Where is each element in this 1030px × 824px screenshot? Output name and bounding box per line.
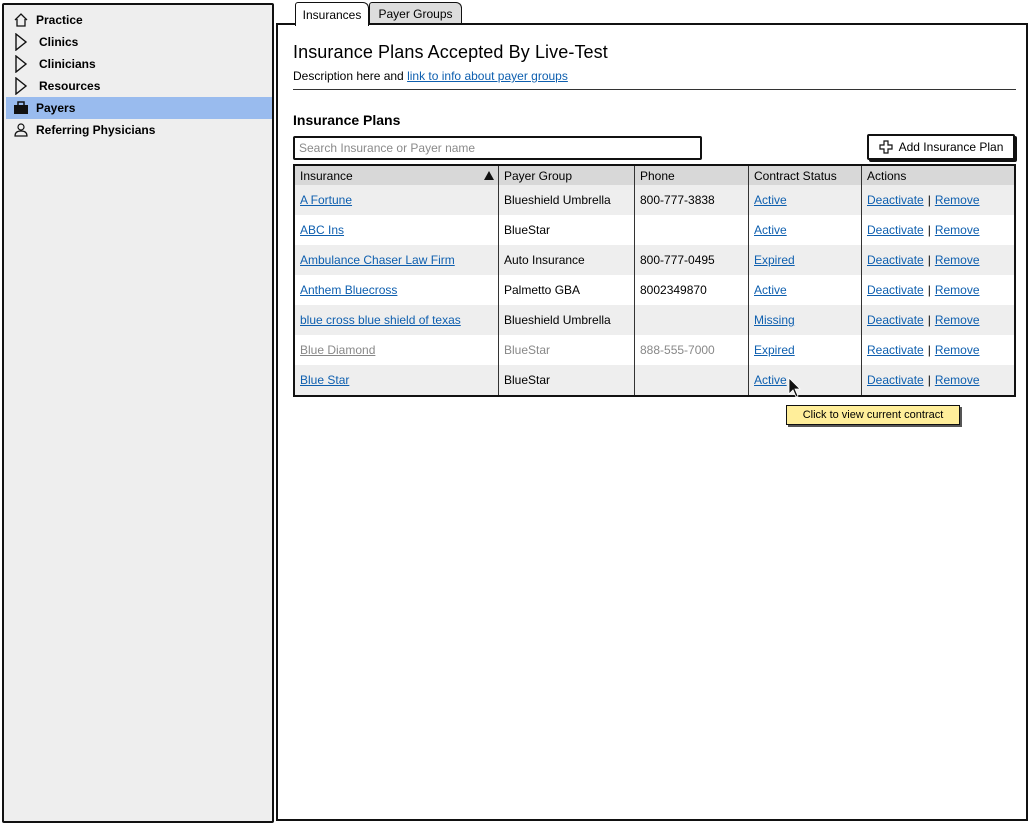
- tab-insurances[interactable]: Insurances: [295, 2, 369, 26]
- insurance-name-link[interactable]: A Fortune: [300, 193, 352, 207]
- deactivate-link[interactable]: Deactivate: [867, 193, 924, 207]
- divider: [293, 89, 1016, 90]
- triangle-expand-icon[interactable]: [11, 32, 31, 52]
- triangle-expand-icon[interactable]: [11, 54, 31, 74]
- phone-cell: 800-777-3838: [635, 185, 749, 215]
- triangle-expand-icon[interactable]: [11, 76, 31, 96]
- home-icon: [11, 10, 31, 30]
- sidebar-item-clinics[interactable]: Clinics: [6, 31, 272, 53]
- contract-status-link[interactable]: Active: [754, 373, 787, 387]
- sidebar-item-referring-physicians[interactable]: Referring Physicians: [6, 119, 272, 141]
- phone-cell: [635, 365, 749, 395]
- user-icon: [11, 120, 31, 140]
- column-header-phone[interactable]: Phone: [635, 166, 749, 185]
- phone-cell: 8002349870: [635, 275, 749, 305]
- deactivate-link[interactable]: Deactivate: [867, 373, 924, 387]
- table-row: Anthem Bluecross Palmetto GBA 8002349870…: [295, 275, 1014, 305]
- action-separator: |: [927, 373, 931, 387]
- tab-label: Payer Groups: [378, 6, 453, 21]
- sort-ascending-icon[interactable]: [484, 171, 494, 180]
- deactivate-link[interactable]: Deactivate: [867, 313, 924, 327]
- action-separator: |: [927, 283, 931, 297]
- remove-link[interactable]: Remove: [935, 343, 980, 357]
- sidebar-navigation: Practice Clinics Clinicians Resources Pa…: [2, 3, 274, 823]
- reactivate-link[interactable]: Reactivate: [867, 343, 924, 357]
- remove-link[interactable]: Remove: [935, 373, 980, 387]
- phone-cell: 800-777-0495: [635, 245, 749, 275]
- insurance-name-link[interactable]: Blue Star: [300, 373, 349, 387]
- table-header-row: Insurance Payer Group Phone Contract Sta…: [295, 166, 1014, 185]
- insurance-name-link[interactable]: Ambulance Chaser Law Firm: [300, 253, 455, 267]
- contract-status-link[interactable]: Expired: [754, 343, 795, 357]
- table-row: A Fortune Blueshield Umbrella 800-777-38…: [295, 185, 1014, 215]
- payer-group-cell: BlueStar: [499, 215, 635, 245]
- insurance-name-link[interactable]: Anthem Bluecross: [300, 283, 397, 297]
- tab-label: Insurances: [302, 7, 362, 22]
- sidebar-item-label: Clinics: [39, 35, 79, 49]
- sidebar-item-resources[interactable]: Resources: [6, 75, 272, 97]
- table-row: Blue Star BlueStar Active Deactivate | Rem…: [295, 365, 1014, 395]
- page-title: Insurance Plans Accepted By Live-Test: [293, 42, 608, 62]
- contract-status-link[interactable]: Active: [754, 283, 787, 297]
- payer-group-cell: Blueshield Umbrella: [499, 185, 635, 215]
- insurance-name-link[interactable]: Blue Diamond: [300, 343, 375, 357]
- add-button-label: Add Insurance Plan: [898, 140, 1004, 154]
- phone-cell: [635, 305, 749, 335]
- column-header-payer-group[interactable]: Payer Group: [499, 166, 635, 185]
- insurance-name-link[interactable]: blue cross blue shield of texas: [300, 313, 461, 327]
- contract-tooltip: Click to view current contract: [786, 405, 960, 425]
- add-insurance-plan-button[interactable]: Add Insurance Plan: [867, 134, 1015, 160]
- sidebar-item-label: Payers: [36, 101, 76, 115]
- payer-group-cell: BlueStar: [499, 365, 635, 395]
- sidebar-item-payers[interactable]: Payers: [6, 97, 272, 119]
- column-header-contract-status[interactable]: Contract Status: [749, 166, 862, 185]
- remove-link[interactable]: Remove: [935, 193, 980, 207]
- tab-payer-groups[interactable]: Payer Groups: [369, 2, 462, 24]
- plus-icon: [879, 140, 893, 154]
- table-row: blue cross blue shield of texas Blueshie…: [295, 305, 1014, 335]
- sidebar-item-label: Resources: [39, 79, 101, 93]
- briefcase-icon: [11, 98, 31, 118]
- remove-link[interactable]: Remove: [935, 313, 980, 327]
- remove-link[interactable]: Remove: [935, 223, 980, 237]
- payer-group-cell: Auto Insurance: [499, 245, 635, 275]
- action-separator: |: [927, 223, 931, 237]
- insurance-name-link[interactable]: ABC Ins: [300, 223, 344, 237]
- table-row: Ambulance Chaser Law Firm Auto Insurance…: [295, 245, 1014, 275]
- payer-groups-info-link[interactable]: link to info about payer groups: [407, 69, 568, 83]
- deactivate-link[interactable]: Deactivate: [867, 253, 924, 267]
- column-header-insurance[interactable]: Insurance: [295, 166, 499, 185]
- deactivate-link[interactable]: Deactivate: [867, 223, 924, 237]
- contract-status-link[interactable]: Missing: [754, 313, 795, 327]
- action-separator: |: [927, 253, 931, 267]
- section-title: Insurance Plans: [293, 112, 401, 128]
- remove-link[interactable]: Remove: [935, 253, 980, 267]
- table-row-inactive: Blue Diamond BlueStar 888-555-7000 Expir…: [295, 335, 1014, 365]
- sidebar-item-label: Practice: [36, 13, 83, 27]
- payer-group-cell: BlueStar: [499, 335, 635, 365]
- sidebar-item-clinicians[interactable]: Clinicians: [6, 53, 272, 75]
- description-text: Description here and: [293, 69, 408, 83]
- sidebar-item-label: Referring Physicians: [36, 123, 156, 137]
- search-input[interactable]: [293, 136, 702, 160]
- payer-group-cell: Palmetto GBA: [499, 275, 635, 305]
- page-description: Description here and link to info about …: [293, 69, 568, 83]
- payer-group-cell: Blueshield Umbrella: [499, 305, 635, 335]
- insurance-plans-table: Insurance Payer Group Phone Contract Sta…: [293, 164, 1016, 397]
- table-row: ABC Ins BlueStar Active Deactivate | Remov…: [295, 215, 1014, 245]
- phone-cell: 888-555-7000: [635, 335, 749, 365]
- contract-status-link[interactable]: Expired: [754, 253, 795, 267]
- action-separator: |: [927, 343, 931, 357]
- mouse-pointer-icon: [788, 377, 802, 404]
- sidebar-item-practice[interactable]: Practice: [6, 9, 272, 31]
- remove-link[interactable]: Remove: [935, 283, 980, 297]
- contract-status-link[interactable]: Active: [754, 193, 787, 207]
- sidebar-item-label: Clinicians: [39, 57, 96, 71]
- column-header-actions: Actions: [867, 168, 907, 183]
- phone-cell: [635, 215, 749, 245]
- action-separator: |: [927, 193, 931, 207]
- contract-status-link[interactable]: Active: [754, 223, 787, 237]
- action-separator: |: [927, 313, 931, 327]
- deactivate-link[interactable]: Deactivate: [867, 283, 924, 297]
